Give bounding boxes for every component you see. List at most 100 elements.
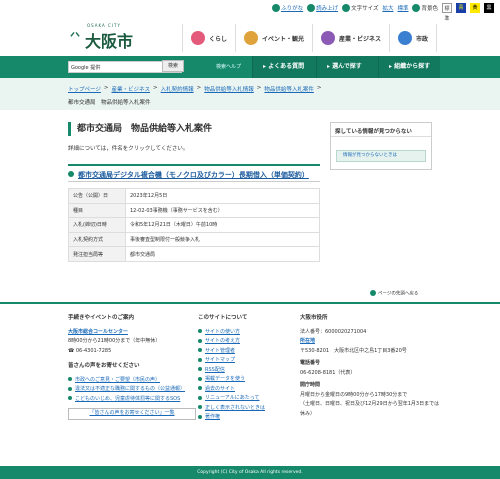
bullet-icon	[68, 171, 74, 177]
arrow-up-icon	[370, 290, 376, 296]
callcenter-phone: ☎ 06-4301-7285	[68, 347, 196, 357]
footer-col-procedures: 手続きやイベントのご案内 大阪市総合コールセンター 8時00分から21時00分ま…	[68, 314, 196, 420]
gnav-shisei[interactable]: 市政	[390, 24, 438, 52]
footer-link[interactable]: サイトの使い方	[198, 328, 290, 338]
breadcrumb-item[interactable]: 産業・ビジネス	[112, 85, 151, 93]
hours-label: 開庁時間	[300, 382, 321, 388]
bullet-icon	[68, 396, 72, 400]
bg-yellow-button[interactable]: 黄	[470, 3, 480, 13]
breadcrumb-item[interactable]: トップページ	[68, 85, 101, 93]
table-header-cell: 公告（公開）日	[68, 188, 126, 204]
footer-link[interactable]: こどものいじめ、児童虐待体罰等に関するSOS	[68, 395, 196, 405]
breadcrumb-sep: >	[256, 85, 262, 91]
footer-link[interactable]: 違法又は不適正な職務に関するもの（公益通報）	[68, 385, 196, 395]
bullet-icon	[198, 405, 202, 409]
footer-link[interactable]: リニューアルにあたって	[198, 394, 290, 404]
gnav-label: 産業・ビジネス	[339, 35, 382, 43]
furigana-link[interactable]: ふりがな	[272, 4, 303, 12]
breadcrumb-item[interactable]: 物品供給等入札案件	[264, 85, 314, 93]
utility-bar: ふりがな 読み上げ 文字サイズ 拡大 標準 背景色 標準 青 黄 黒	[0, 0, 500, 22]
help-box-title: 探している情報が見つからない	[331, 123, 431, 137]
textsize-group: 文字サイズ	[342, 4, 378, 12]
choose-button[interactable]: ▸ 選んで探す	[316, 56, 378, 78]
table-cell: 都市交通局	[125, 246, 320, 262]
footer-link[interactable]: 著作権	[198, 413, 290, 423]
breadcrumb-current: 都市交通局 物品供給等入札案件	[68, 100, 151, 106]
bg-black-button[interactable]: 黒	[484, 3, 494, 13]
footer-link-label: 市政へのご意見・ご要望（市民の声）	[75, 376, 161, 383]
search-button[interactable]: 検索	[162, 60, 184, 72]
footer-link[interactable]: RSS配信	[198, 366, 290, 376]
bullet-icon	[198, 414, 202, 419]
faq-label: よくある質問	[268, 63, 305, 70]
breadcrumb-item[interactable]: 物品供給等入札情報	[204, 85, 254, 93]
table-row: 入札(締切)日時 令和5年12月21日（木曜日）午前10時	[68, 217, 320, 233]
callcenter-link[interactable]: 大阪市総合コールセンター	[68, 328, 196, 338]
org-label: 組織から探す	[394, 63, 431, 70]
callcenter-hours: 8時00分から21時00分まで（年中無休）	[68, 338, 161, 344]
footer-link[interactable]: 正しく表示されないときは	[198, 404, 290, 414]
org-button[interactable]: ▸ 組織から探す	[378, 56, 440, 78]
footer-link[interactable]: 掲載データを使う	[198, 375, 290, 385]
furigana-label: ふりがな	[281, 6, 304, 12]
tel-label: 電話番号	[300, 360, 321, 366]
site-logo[interactable]: ᐟᐠ OSAKA CITY 大阪市	[70, 23, 140, 51]
hours-text: 月曜日から金曜日の9時00分から17時30分まで	[300, 391, 408, 398]
global-nav: くらし イベント・観光 産業・ビジネス 市政	[182, 24, 438, 52]
choose-label: 選んで探す	[332, 63, 362, 70]
standard-size-link[interactable]: 標準	[397, 4, 408, 12]
footer-heading: このサイトについて	[198, 315, 248, 321]
bg-standard-button[interactable]: 標準	[442, 3, 452, 22]
gnav-label: くらし	[209, 35, 228, 43]
page-top-link[interactable]: ページの先頭へ戻る	[370, 290, 418, 297]
page-lead: 詳細については，件名をクリックしてください。	[68, 146, 189, 152]
table-cell: 12-02-03事務機（事務サービスを含む）	[125, 202, 320, 219]
footer-link[interactable]: 市政へのご意見・ご要望（市民の声）	[68, 376, 196, 386]
location-link[interactable]: 所在地	[300, 337, 440, 347]
footer-col-cityhall: 大阪市役所 法人番号：6000020271004 所在地 〒530-8201 大…	[300, 314, 440, 419]
kurashi-icon	[191, 31, 205, 45]
table-row: 公告（公開）日 2023年12月5日	[68, 188, 320, 204]
bullet-icon	[68, 377, 72, 381]
bullet-icon	[198, 338, 202, 343]
event-icon	[244, 31, 259, 45]
help-box-button[interactable]: 情報が見つからないときは	[336, 150, 426, 162]
breadcrumb-sep: >	[103, 85, 109, 91]
readaloud-link[interactable]: 読み上げ	[307, 4, 338, 12]
faq-button[interactable]: ▸ よくある質問	[252, 56, 316, 78]
osaka-mark-icon: ᐟᐠ	[70, 30, 81, 44]
breadcrumb-sep: >	[153, 85, 158, 91]
corporate-number: 法人番号：6000020271004	[300, 328, 367, 335]
bgcolor-label: 背景色	[421, 6, 438, 12]
footer-link-label: こどものいじめ、児童虐待体罰等に関するSOS	[75, 395, 181, 402]
table-row: 種目 12-02-03事務機（事務サービスを含む）	[68, 202, 320, 219]
bg-blue-button[interactable]: 青	[456, 3, 466, 13]
page-top-label: ページの先頭へ戻る	[378, 291, 419, 297]
palette-icon	[412, 4, 421, 12]
logo-name: 大阪市	[85, 32, 134, 51]
search-help-link[interactable]: 検索ヘルプ	[216, 63, 241, 70]
enlarge-link[interactable]: 拡大	[382, 4, 393, 12]
footer-link[interactable]: 過去のサイト	[198, 385, 290, 395]
item-title-link[interactable]: 都市交通局デジタル複合機（モノクロ及びカラー）長期借入（単価契約）	[68, 164, 320, 182]
footer-link[interactable]: サイトの考え方	[198, 337, 290, 347]
tel-number: 06-6208-8181（代表）	[300, 369, 356, 376]
table-cell: 令和5年12月21日（木曜日）午前10時	[125, 217, 320, 233]
gnav-kurashi[interactable]: くらし	[183, 24, 237, 52]
site-header: ᐟᐠ OSAKA CITY 大阪市 くらし イベント・観光 産業・ビジネス 市政	[0, 16, 500, 56]
bullet-icon	[198, 348, 202, 352]
footer-link-label: RSS配信	[205, 366, 225, 373]
breadcrumb-item[interactable]: 入札契約情報	[161, 85, 194, 93]
footer-link-label: リニューアルにあたって	[205, 395, 260, 401]
gnav-business[interactable]: 産業・ビジネス	[313, 24, 391, 52]
table-cell: 事後審査型制限付一般競争入札	[125, 231, 320, 248]
footer-link[interactable]: サイトマップ	[198, 356, 290, 366]
footer-heading: 大阪市役所	[300, 315, 328, 321]
breadcrumb-sep: >	[316, 85, 322, 91]
gnav-event[interactable]: イベント・観光	[236, 24, 314, 52]
voice-list-link[interactable]: 「皆さんの声をお寄せください」一覧	[68, 408, 196, 420]
table-row: 発注担当局等 都市交通局	[68, 246, 320, 262]
shisei-icon	[398, 31, 413, 45]
table-header-cell: 入札契約方式	[68, 231, 126, 248]
footer-link[interactable]: サイト管理者	[198, 347, 290, 357]
